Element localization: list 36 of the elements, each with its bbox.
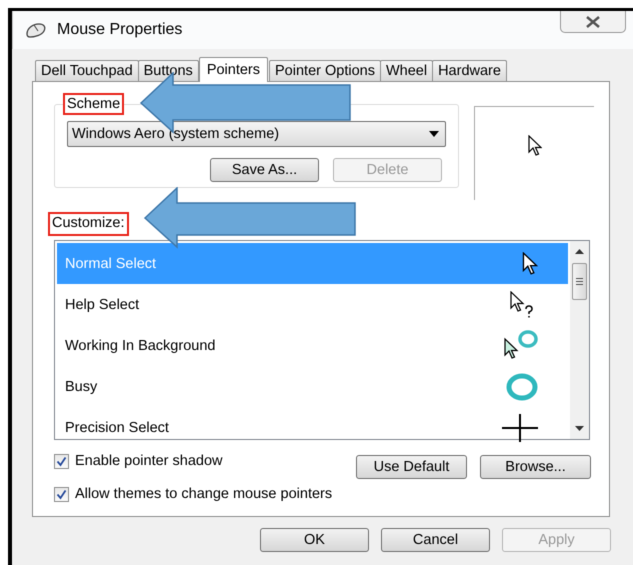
close-button[interactable] bbox=[560, 11, 626, 33]
dialog-button[interactable]: OK bbox=[260, 528, 369, 552]
pointer-list-item[interactable]: Working In Background bbox=[57, 325, 568, 366]
tab[interactable]: Buttons bbox=[138, 60, 199, 81]
scroll-thumb[interactable] bbox=[572, 263, 587, 300]
close-icon bbox=[585, 16, 601, 28]
tab[interactable]: Hardware bbox=[432, 60, 507, 81]
checkbox[interactable] bbox=[54, 486, 69, 502]
crosshair-icon bbox=[502, 414, 538, 442]
scheme-dropdown[interactable]: Windows Aero (system scheme) bbox=[67, 121, 446, 147]
arrow-pointer-icon bbox=[522, 252, 538, 276]
pointer-list-item[interactable]: Help Select bbox=[57, 284, 568, 325]
mouse-icon bbox=[25, 22, 47, 38]
scroll-up-icon bbox=[575, 249, 584, 254]
scheme-button[interactable]: Save As... bbox=[210, 158, 319, 182]
pointer-button[interactable]: Use Default bbox=[356, 455, 467, 479]
scrollbar[interactable] bbox=[570, 241, 589, 439]
tab[interactable]: Pointers bbox=[198, 57, 268, 82]
working-pointer-icon bbox=[504, 330, 538, 362]
tab[interactable]: Pointer Options bbox=[269, 60, 381, 81]
pointer-list-item[interactable]: Precision Select bbox=[57, 407, 568, 448]
scheme-label: Scheme bbox=[65, 95, 122, 113]
customize-label: Customize: bbox=[50, 214, 127, 234]
arrow-pointer-icon bbox=[528, 135, 542, 157]
tab[interactable]: Dell Touchpad bbox=[35, 60, 139, 81]
checkbox-label: Allow themes to change mouse pointers bbox=[75, 486, 332, 502]
checkbox-label: Enable pointer shadow bbox=[75, 453, 223, 469]
busy-ring-icon bbox=[506, 372, 538, 400]
pointer-button[interactable]: Browse... bbox=[480, 455, 591, 479]
tab[interactable]: Wheel bbox=[380, 60, 434, 81]
window-title: Mouse Properties bbox=[57, 21, 182, 39]
pointer-list-item[interactable]: Busy bbox=[57, 366, 568, 407]
dialog-button[interactable]: Cancel bbox=[381, 528, 490, 552]
dropdown-arrow-icon bbox=[429, 131, 439, 137]
checkbox[interactable] bbox=[54, 454, 69, 468]
scroll-down-icon bbox=[575, 426, 584, 431]
